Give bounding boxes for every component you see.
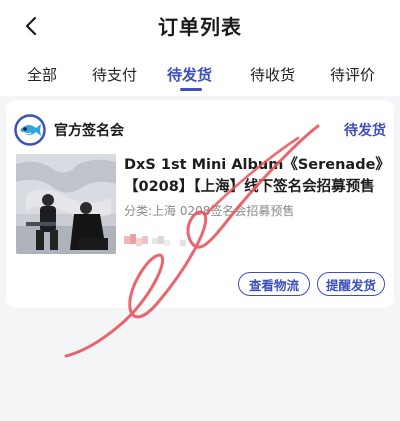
order-card[interactable]: 官方签名会 待发货 DxS 1st Mini Album《Serenade》【0… — [6, 100, 394, 308]
order-status-label: 待发货 — [344, 123, 386, 139]
tab-pending-receipt[interactable]: 待收货 — [250, 64, 295, 85]
view-logistics-button[interactable]: 查看物流 — [238, 272, 310, 296]
page-title: 订单列表 — [158, 15, 242, 39]
price-mosaic — [124, 234, 186, 246]
active-tab-indicator — [180, 88, 202, 91]
remind-shipment-button[interactable]: 提醒发货 — [317, 272, 385, 296]
tab-all[interactable]: 全部 — [27, 64, 57, 85]
tab-pending-review[interactable]: 待评价 — [330, 64, 375, 85]
product-title[interactable]: DxS 1st Mini Album《Serenade》【0208】【上海】线下… — [124, 154, 386, 198]
product-thumbnail[interactable] — [16, 154, 116, 254]
tab-pending-shipment[interactable]: 待发货 — [167, 64, 212, 85]
top-bar: 订单列表 — [0, 0, 400, 52]
fish-logo-icon — [14, 114, 46, 146]
product-spec: 分类:上海 0208签名会招募预售 — [124, 204, 295, 218]
tab-pending-payment[interactable]: 待支付 — [92, 64, 137, 85]
order-status-tabs: 全部 待支付 待发货 待收货 待评价 — [0, 52, 400, 96]
shop-name[interactable]: 官方签名会 — [54, 120, 124, 140]
